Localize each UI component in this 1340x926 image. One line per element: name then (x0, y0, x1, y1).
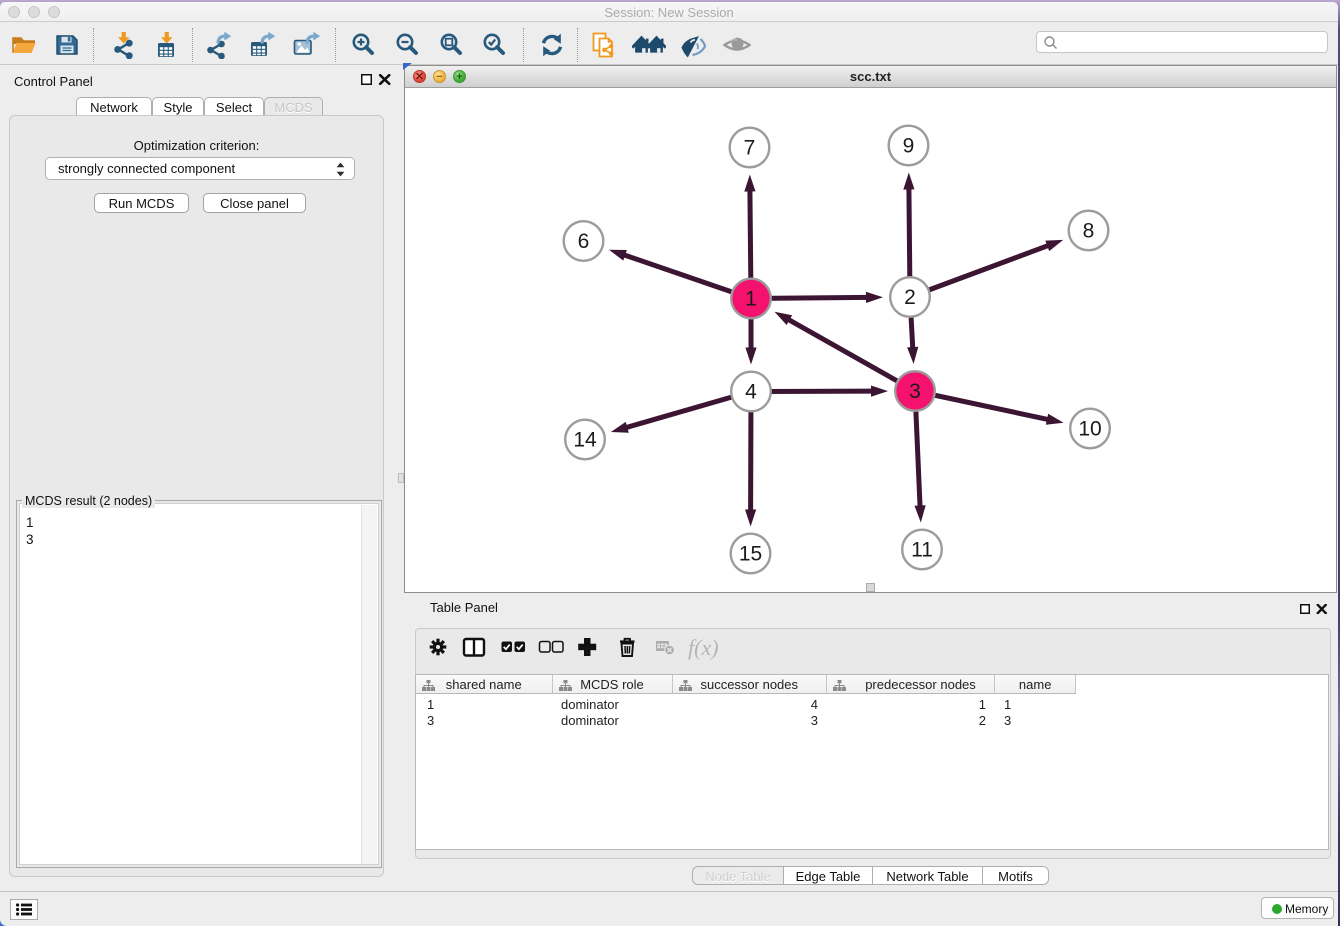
svg-text:10: 10 (1078, 418, 1101, 441)
svg-text:9: 9 (903, 135, 915, 158)
svg-text:f(x): f(x) (688, 635, 719, 660)
svg-text:4: 4 (745, 381, 757, 404)
svg-text:14: 14 (573, 429, 597, 452)
svg-text:7: 7 (744, 137, 756, 160)
svg-text:11: 11 (911, 539, 933, 562)
svg-text:15: 15 (739, 543, 762, 566)
svg-text:1: 1 (745, 288, 757, 311)
svg-text:6: 6 (578, 230, 590, 253)
svg-text:8: 8 (1083, 220, 1095, 243)
svg-text:3: 3 (909, 380, 921, 403)
svg-text:2: 2 (904, 286, 916, 309)
